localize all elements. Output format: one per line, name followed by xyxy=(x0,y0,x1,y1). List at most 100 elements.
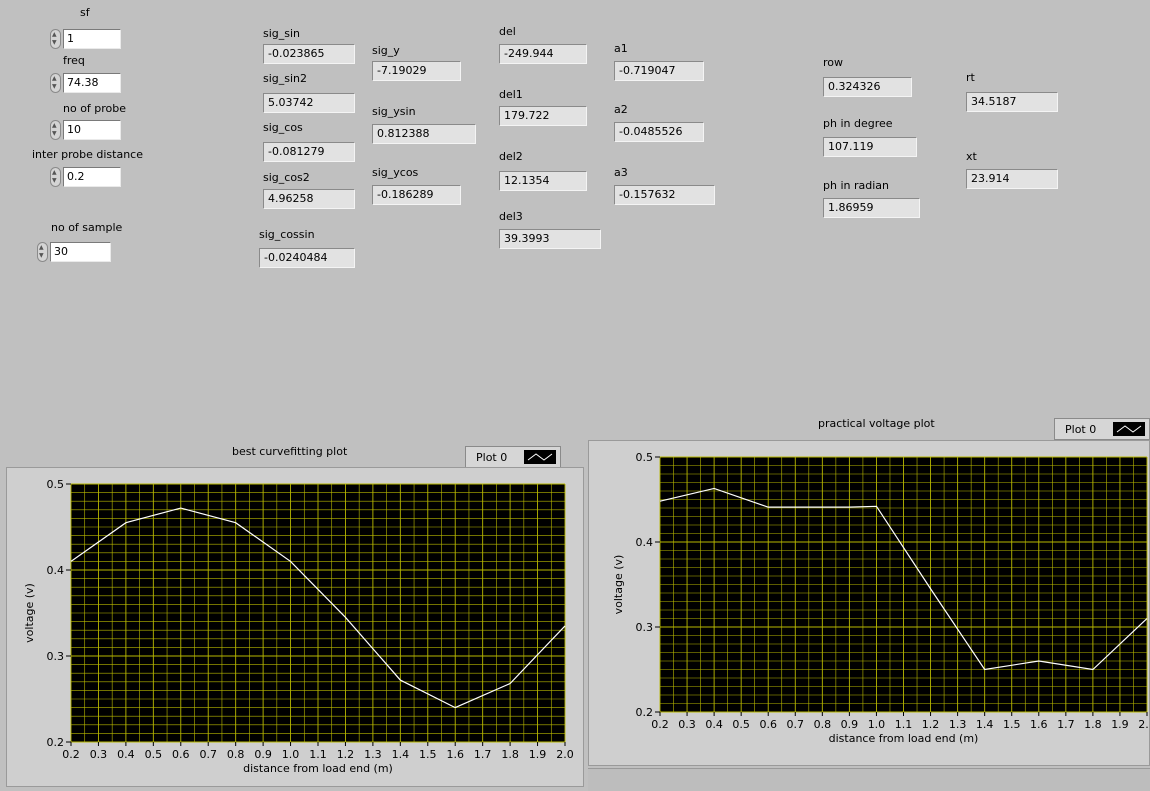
del1-indicator: 179.722 xyxy=(499,106,587,126)
inter-probe-distance-label: inter probe distance xyxy=(32,148,143,161)
increment-arrow-icon[interactable]: ▲ xyxy=(52,32,57,38)
x-tick-label: 0.5 xyxy=(145,748,163,761)
x-tick-label: 0.6 xyxy=(172,748,190,761)
x-tick-label: 1.3 xyxy=(949,718,967,731)
decrement-arrow-icon[interactable]: ▼ xyxy=(52,178,57,184)
graph-bottom-panel xyxy=(588,768,1150,791)
sig-cos2-indicator: 4.96258 xyxy=(263,189,355,209)
x-tick-label: 1.2 xyxy=(337,748,355,761)
left-graph-title: best curvefitting plot xyxy=(232,445,348,458)
y-tick-label: 0.5 xyxy=(636,451,654,464)
x-tick-label: 0.6 xyxy=(759,718,777,731)
sig-sin-indicator: -0.023865 xyxy=(263,44,355,64)
ph-in-radian-label: ph in radian xyxy=(823,179,889,192)
x-tick-label: 0.7 xyxy=(199,748,217,761)
x-axis-label: distance from load end (m) xyxy=(243,762,393,775)
del-label: del xyxy=(499,25,516,38)
row-label: row xyxy=(823,56,844,69)
sig-y-indicator: -7.19029 xyxy=(372,61,461,81)
rt-indicator: 34.5187 xyxy=(966,92,1058,112)
x-tick-label: 0.3 xyxy=(90,748,108,761)
x-tick-label: 1.9 xyxy=(529,748,547,761)
x-tick-label: 1.5 xyxy=(1003,718,1021,731)
x-tick-label: 1.1 xyxy=(895,718,913,731)
inter-probe-distance-spinner[interactable]: ▲ ▼ xyxy=(50,167,61,187)
left-plot-legend[interactable]: Plot 0 xyxy=(465,446,561,468)
del-indicator: -249.944 xyxy=(499,44,587,64)
x-tick-label: 0.7 xyxy=(787,718,805,731)
x-tick-label: 0.4 xyxy=(117,748,135,761)
x-tick-label: 1.7 xyxy=(474,748,492,761)
y-tick-label: 0.5 xyxy=(47,478,65,491)
x-tick-label: 1.8 xyxy=(501,748,519,761)
freq-label: freq xyxy=(63,54,85,67)
sig-cossin-indicator: -0.0240484 xyxy=(259,248,355,268)
sig-cossin-label: sig_cossin xyxy=(259,228,315,241)
sig-ysin-indicator: 0.812388 xyxy=(372,124,476,144)
x-tick-label: 1.4 xyxy=(976,718,994,731)
x-tick-label: 1.6 xyxy=(1030,718,1048,731)
best-curvefitting-graph[interactable]: 0.2 0.3 0.4 0.5 0.6 0.7 0.8 0.9 1.0 1.1 1.2 1.3 1.4 1… xyxy=(7,468,583,786)
right-graph-frame: 0.2 0.3 0.4 0.5 0.6 0.7 0.8 0.9 1.0 1.1 1.2 1.3 1.4 1… xyxy=(588,440,1150,766)
decrement-arrow-icon[interactable]: ▼ xyxy=(52,40,57,46)
x-tick-label: 0.3 xyxy=(678,718,696,731)
x-tick-label: 2.0 xyxy=(556,748,574,761)
left-plot-legend-label: Plot 0 xyxy=(476,451,508,464)
a3-label: a3 xyxy=(614,166,628,179)
x-tick-label: 1.5 xyxy=(419,748,437,761)
no-of-sample-spinner[interactable]: ▲ ▼ xyxy=(37,242,48,262)
y-tick-label: 0.4 xyxy=(636,536,654,549)
right-plot-legend[interactable]: Plot 0 xyxy=(1054,418,1150,440)
del1-label: del1 xyxy=(499,88,523,101)
increment-arrow-icon[interactable]: ▲ xyxy=(52,76,57,82)
increment-arrow-icon[interactable]: ▲ xyxy=(52,170,57,176)
decrement-arrow-icon[interactable]: ▼ xyxy=(39,253,44,259)
del2-label: del2 xyxy=(499,150,523,163)
sig-ysin-label: sig_ysin xyxy=(372,105,416,118)
freq-input[interactable]: 74.38 xyxy=(63,73,121,93)
x-axis-label: distance from load end (m) xyxy=(829,732,979,745)
ph-in-radian-indicator: 1.86959 xyxy=(823,198,920,218)
decrement-arrow-icon[interactable]: ▼ xyxy=(52,131,57,137)
inter-probe-distance-input[interactable]: 0.2 xyxy=(63,167,121,187)
increment-arrow-icon[interactable]: ▲ xyxy=(52,123,57,129)
increment-arrow-icon[interactable]: ▲ xyxy=(39,245,44,251)
freq-spinner[interactable]: ▲ ▼ xyxy=(50,73,61,93)
no-of-probe-label: no of probe xyxy=(63,102,127,115)
sf-spinner[interactable]: ▲ ▼ xyxy=(50,29,61,49)
sig-cos-indicator: -0.081279 xyxy=(263,142,355,162)
y-axis-label: voltage (v) xyxy=(23,583,36,643)
x-tick-label: 0.9 xyxy=(841,718,859,731)
sig-cos2-label: sig_cos2 xyxy=(263,171,310,184)
del3-indicator: 39.3993 xyxy=(499,229,601,249)
sf-label: sf xyxy=(80,6,90,19)
x-tick-label: 0.8 xyxy=(227,748,245,761)
sig-sin-label: sig_sin xyxy=(263,27,301,40)
sig-sin2-indicator: 5.03742 xyxy=(263,93,355,113)
ph-in-degree-indicator: 107.119 xyxy=(823,137,917,157)
x-tick-label: 1.7 xyxy=(1057,718,1075,731)
y-tick-label: 0.3 xyxy=(47,650,65,663)
x-tick-label: 1.9 xyxy=(1111,718,1129,731)
x-tick-label: 0.2 xyxy=(651,718,669,731)
sf-input[interactable]: 1 xyxy=(63,29,121,49)
x-tick-label: 1.1 xyxy=(309,748,327,761)
no-of-sample-label: no of sample xyxy=(51,221,123,234)
x-tick-label: 1.3 xyxy=(364,748,382,761)
no-of-probe-input[interactable]: 10 xyxy=(63,120,121,140)
a2-label: a2 xyxy=(614,103,628,116)
sig-ycos-label: sig_ycos xyxy=(372,166,419,179)
practical-voltage-graph[interactable]: 0.2 0.3 0.4 0.5 0.6 0.7 0.8 0.9 1.0 1.1 1.2 1.3 1.4 1… xyxy=(589,441,1150,765)
xt-indicator: 23.914 xyxy=(966,169,1058,189)
right-graph-title: practical voltage plot xyxy=(818,417,935,430)
sig-cos-label: sig_cos xyxy=(263,121,303,134)
decrement-arrow-icon[interactable]: ▼ xyxy=(52,84,57,90)
no-of-probe-spinner[interactable]: ▲ ▼ xyxy=(50,120,61,140)
del3-label: del3 xyxy=(499,210,523,223)
a1-indicator: -0.719047 xyxy=(614,61,704,81)
row-indicator: 0.324326 xyxy=(823,77,912,97)
no-of-sample-input[interactable]: 30 xyxy=(50,242,111,262)
rt-label: rt xyxy=(966,71,975,84)
x-tick-label: 1.0 xyxy=(868,718,886,731)
line-style-icon xyxy=(1113,422,1145,436)
